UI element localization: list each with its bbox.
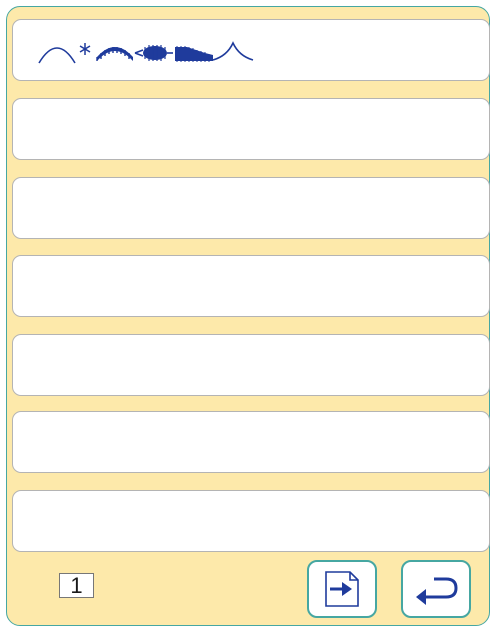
stitch-slot-4[interactable] bbox=[12, 255, 490, 317]
peak-stitch-icon bbox=[212, 41, 254, 61]
stitch-slot-5[interactable] bbox=[12, 334, 490, 396]
stitch-slot-7[interactable] bbox=[12, 490, 490, 552]
oval-satin-stitch-icon bbox=[134, 45, 173, 61]
page-number: 1 bbox=[59, 573, 94, 598]
scallop-satin-stitch-icon bbox=[96, 47, 133, 61]
next-page-button[interactable] bbox=[307, 560, 377, 618]
back-button[interactable] bbox=[401, 560, 471, 618]
asterisk-stitch-icon bbox=[79, 43, 91, 55]
return-arrow-icon bbox=[416, 577, 458, 605]
arc-stitch-icon bbox=[38, 47, 76, 64]
page-arrow-right-icon bbox=[325, 571, 359, 607]
ramp-satin-stitch-icon bbox=[175, 46, 213, 62]
stitch-slot-6[interactable] bbox=[12, 411, 490, 473]
stitch-slot-2[interactable] bbox=[12, 98, 490, 160]
stitch-slot-1[interactable] bbox=[12, 19, 490, 81]
stitch-sequence bbox=[37, 33, 267, 67]
stitch-slot-3[interactable] bbox=[12, 177, 490, 239]
